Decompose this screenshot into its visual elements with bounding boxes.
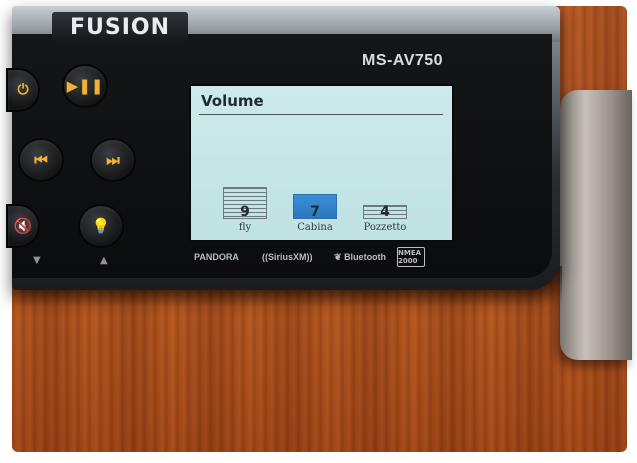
screen-title: Volume	[201, 92, 264, 110]
nmea-text: NMEA 2000	[398, 249, 422, 265]
side-device	[560, 90, 632, 360]
pandora-logo: PANDORA	[194, 252, 239, 262]
brightness-button[interactable]: 💡	[80, 206, 122, 246]
nmea-logo: NMEA 2000	[397, 247, 425, 267]
siriusxm-logo: ((SiriusXM))	[262, 252, 313, 262]
model-label: MS-AV750	[362, 52, 444, 69]
brand-logo: FUSION	[52, 12, 188, 42]
bluetooth-icon: ❦	[334, 252, 342, 262]
bluetooth-logo: ❦ Bluetooth	[334, 252, 386, 263]
zone-value: 9	[240, 204, 250, 220]
play-pause-button[interactable]: ▶❚❚	[64, 66, 106, 106]
next-icon: ⏭	[106, 151, 120, 169]
play-pause-icon: ▶❚❚	[66, 77, 104, 95]
lcd-screen: Volume 9 fly 7 Cabina 4 Pozzetto	[191, 86, 452, 240]
thumb-down-icon: ▼	[33, 255, 41, 266]
mute-icon: 🔇	[13, 217, 33, 235]
zone-label: Pozzetto	[363, 222, 407, 233]
bluetooth-text: Bluetooth	[344, 252, 387, 262]
zone-value: 7	[310, 204, 320, 220]
zone-label: fly	[238, 222, 252, 233]
previous-button[interactable]: ⏮	[20, 140, 62, 180]
previous-icon: ⏮	[34, 151, 48, 169]
title-divider	[199, 114, 443, 115]
brand-text: FUSION	[69, 14, 171, 40]
zone-value: 4	[380, 204, 390, 220]
zone-label: Cabina	[297, 222, 333, 233]
power-icon: ⏻	[17, 82, 29, 98]
thumb-up-icon: ▲	[100, 255, 108, 266]
next-button[interactable]: ⏭	[92, 140, 134, 180]
brightness-icon: 💡	[91, 217, 111, 235]
